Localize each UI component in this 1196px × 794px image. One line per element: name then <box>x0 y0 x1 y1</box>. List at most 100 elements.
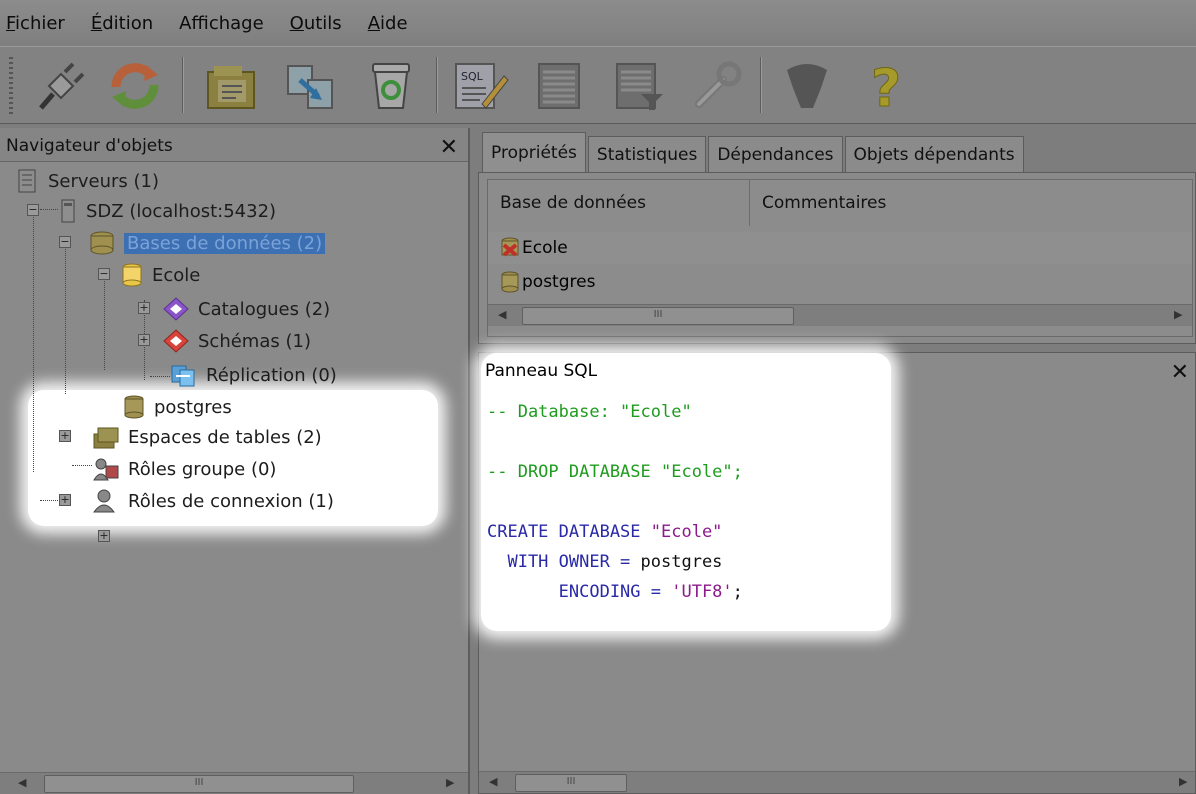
tab-dependents[interactable]: Objets dépendants <box>844 136 1024 172</box>
copy-icon[interactable] <box>280 55 342 117</box>
delete-icon[interactable] <box>360 55 422 117</box>
navigator-title: Navigateur d'objets ✕ <box>0 128 468 162</box>
group-roles-icon <box>93 458 119 481</box>
filtered-view-icon[interactable] <box>608 55 670 117</box>
tree-line <box>72 465 92 466</box>
expand-icon[interactable]: + <box>98 530 110 542</box>
expand-icon[interactable]: + <box>59 430 71 442</box>
tree-line <box>104 274 105 370</box>
close-icon[interactable]: ✕ <box>440 130 458 166</box>
toolbar-grip[interactable] <box>9 57 13 115</box>
menu-fichier[interactable]: Fichier <box>6 13 65 34</box>
plug-icon[interactable] <box>28 55 90 117</box>
schema-icon <box>163 329 189 353</box>
menu-outils[interactable]: Outils <box>290 13 342 34</box>
tree-node-schemas[interactable]: Schémas (1) <box>162 326 311 356</box>
scroll-right-arrow[interactable]: ▶ <box>446 776 454 789</box>
menu-aide[interactable]: Aide <box>368 13 408 34</box>
scroll-left-arrow[interactable]: ◀ <box>498 308 506 321</box>
tree-node-tablespaces[interactable]: Espaces de tables (2) <box>92 422 322 452</box>
navigator-hscrollbar[interactable]: ◀ III ▶ <box>0 772 468 794</box>
column-header-database[interactable]: Base de données <box>488 180 750 226</box>
svg-text:SQL: SQL <box>461 70 484 83</box>
help-icon[interactable]: ? <box>856 55 918 117</box>
sql-line: ENCODING = 'UTF8'; <box>487 582 743 602</box>
properties-list: Base de données Commentaires Ecole postg… <box>487 179 1193 337</box>
login-role-icon <box>93 489 115 513</box>
wrench-icon[interactable] <box>686 55 748 117</box>
properties-panel: Base de données Commentaires Ecole postg… <box>478 172 1196 344</box>
sql-blank-line <box>487 487 743 517</box>
toolbar-separator <box>182 57 184 113</box>
collapse-icon[interactable]: − <box>59 236 71 248</box>
database-error-icon <box>501 237 519 257</box>
scroll-thumb[interactable]: III <box>44 775 354 793</box>
tree-line <box>150 376 170 377</box>
toolbar-separator <box>760 57 762 113</box>
tab-dependencies[interactable]: Dépendances <box>708 136 843 172</box>
scroll-right-arrow[interactable]: ▶ <box>1179 775 1187 788</box>
tree-node-databases[interactable]: Bases de données (2) <box>88 228 326 258</box>
replication-icon <box>171 365 195 387</box>
expand-icon[interactable]: + <box>138 334 150 346</box>
properties-icon[interactable] <box>200 55 262 117</box>
object-tree: Serveurs (1) − SDZ (localhost:5432) − Ba… <box>0 164 468 760</box>
scroll-left-arrow[interactable]: ◀ <box>489 775 497 788</box>
tree-node-catalogues[interactable]: Catalogues (2) <box>162 294 330 324</box>
scroll-thumb[interactable]: III <box>515 774 627 792</box>
tree-node-replication[interactable]: Réplication (0) <box>170 360 337 390</box>
sql-editor-icon[interactable]: SQL <box>450 55 512 117</box>
close-icon[interactable]: ✕ <box>1171 355 1189 391</box>
catalog-icon <box>163 297 189 321</box>
sql-panel: Panneau SQL ✕ -- Database: "Ecole" -- DR… <box>478 352 1196 794</box>
sql-line: CREATE DATABASE "Ecole" <box>487 522 723 542</box>
column-header-comments[interactable]: Commentaires <box>750 180 1192 226</box>
database-icon <box>501 271 519 293</box>
menu-edition[interactable]: Édition <box>91 13 153 34</box>
tree-node-ecole[interactable]: Ecole <box>120 260 200 290</box>
database-icon <box>124 395 144 419</box>
sql-hscrollbar[interactable]: ◀ III ▶ <box>479 771 1195 793</box>
database-icon <box>122 263 142 287</box>
plugin-icon[interactable] <box>776 55 838 117</box>
tree-line <box>33 210 34 472</box>
toolbar: SQL ? <box>0 46 1196 124</box>
tablespace-icon <box>93 427 119 449</box>
sql-line: WITH OWNER = postgres <box>487 552 723 572</box>
scroll-thumb[interactable]: III <box>522 307 794 325</box>
tree-node-server[interactable]: SDZ (localhost:5432) <box>58 196 276 226</box>
server-group-icon <box>18 169 36 193</box>
tree-line <box>40 209 58 210</box>
sql-blank-line <box>487 427 743 457</box>
sql-line: -- Database: "Ecole" <box>487 402 692 422</box>
list-item[interactable]: Ecole <box>488 232 1192 264</box>
tree-node-group-roles[interactable]: Rôles groupe (0) <box>92 454 276 484</box>
tab-statistics[interactable]: Statistiques <box>587 136 707 172</box>
databases-icon <box>90 231 114 255</box>
expand-icon[interactable]: + <box>138 302 150 314</box>
tree-node-login-roles[interactable]: Rôles de connexion (1) <box>92 486 334 516</box>
collapse-icon[interactable]: − <box>98 268 110 280</box>
sql-panel-title: Panneau SQL ✕ <box>479 353 1195 387</box>
server-icon <box>61 199 75 223</box>
sql-code[interactable]: -- Database: "Ecole" -- DROP DATABASE "E… <box>487 397 743 607</box>
collapse-icon[interactable]: − <box>27 204 39 216</box>
tree-line <box>65 240 66 394</box>
tree-line <box>40 500 60 501</box>
sql-line: -- DROP DATABASE "Ecole"; <box>487 462 743 482</box>
tree-node-servers[interactable]: Serveurs (1) <box>14 166 159 196</box>
scroll-right-arrow[interactable]: ▶ <box>1174 308 1182 321</box>
table-view-icon[interactable] <box>528 55 590 117</box>
object-navigator: Navigateur d'objets ✕ Serveurs (1) − SDZ… <box>0 128 470 794</box>
list-item[interactable]: postgres <box>488 266 1192 298</box>
toolbar-separator <box>436 57 438 113</box>
properties-hscrollbar[interactable]: ◀ III ▶ <box>488 304 1192 326</box>
svg-text:?: ? <box>871 59 901 114</box>
tree-node-postgres[interactable]: postgres <box>122 392 232 422</box>
menu-affichage[interactable]: Affichage <box>179 13 264 34</box>
tab-properties[interactable]: Propriétés <box>482 132 586 172</box>
expand-icon[interactable]: + <box>59 494 71 506</box>
refresh-icon[interactable] <box>104 55 166 117</box>
scroll-left-arrow[interactable]: ◀ <box>18 776 26 789</box>
detail-tabs: Propriétés Statistiques Dépendances Obje… <box>482 132 1026 172</box>
